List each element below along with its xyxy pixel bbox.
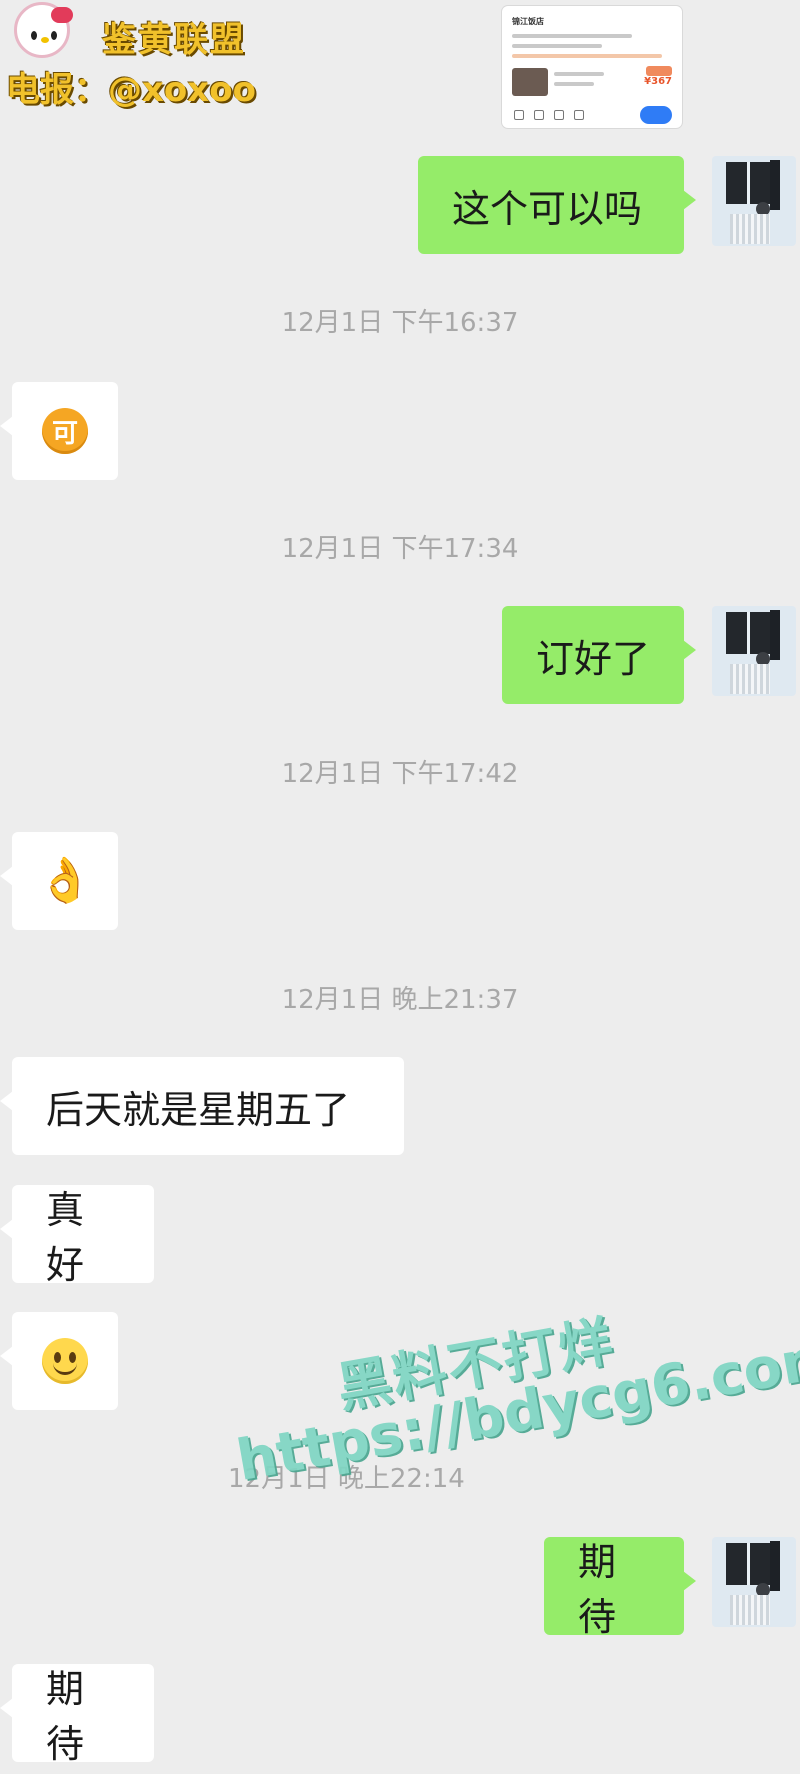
message-bubble-self[interactable]: 这个可以吗 (418, 156, 696, 254)
book-button (640, 106, 672, 124)
timestamp: 12月1日 下午17:34 (281, 534, 519, 564)
bow-icon (51, 7, 73, 23)
ok-hand-icon: 👌 (37, 855, 93, 906)
shared-image-thumbnail[interactable]: 锦江饭店 ¥367 (502, 6, 682, 128)
hello-kitty-logo (14, 2, 73, 58)
emoji-bubble[interactable]: 👌 (0, 832, 118, 930)
ke-sticker-icon: 可 (42, 408, 88, 454)
message-bubble-self[interactable]: 订好了 (502, 606, 696, 704)
smile-icon (42, 1338, 88, 1384)
eye-icon (51, 31, 57, 40)
timestamp: 12月1日 下午17:42 (281, 759, 519, 789)
star-icon (534, 110, 544, 120)
self-avatar[interactable] (712, 156, 796, 246)
thumbnail-price: ¥367 (644, 76, 672, 87)
message-bubble-other[interactable]: 期待 (0, 1664, 154, 1766)
sticker-bubble[interactable]: 可 (0, 382, 118, 480)
timestamp: 12月1日 下午16:37 (281, 308, 519, 338)
watermark-telegram: 电报：@xoxoo (6, 70, 256, 110)
chat-icon (574, 110, 584, 120)
message-bubble-other[interactable]: 真好 (0, 1185, 154, 1287)
hotel-photo (512, 68, 548, 96)
share-icon (554, 110, 564, 120)
self-avatar[interactable] (712, 1537, 796, 1627)
eye-icon (31, 31, 37, 40)
timestamp: 12月1日 晚上21:37 (281, 985, 519, 1015)
thumbnail-hotel-name: 锦江饭店 (512, 17, 544, 26)
message-bubble-other[interactable]: 后天就是星期五了 (0, 1057, 404, 1155)
self-avatar[interactable] (712, 606, 796, 696)
message-bubble-self[interactable]: 期待 (544, 1537, 696, 1639)
emoji-bubble[interactable] (0, 1312, 118, 1410)
nose-icon (41, 37, 49, 43)
badge (646, 66, 672, 76)
watermark-title: 鉴黄联盟 (102, 20, 246, 60)
home-icon (514, 110, 524, 120)
